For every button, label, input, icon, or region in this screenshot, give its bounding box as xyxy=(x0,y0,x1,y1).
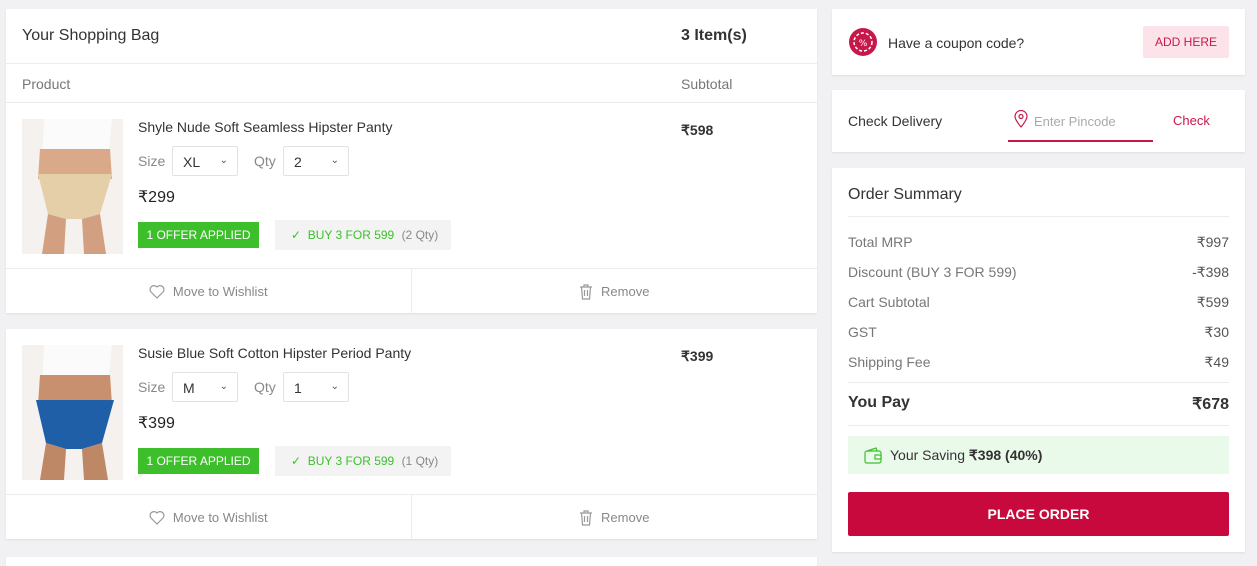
location-pin-icon xyxy=(1014,110,1028,128)
promo-qty: (2 Qty) xyxy=(401,228,439,242)
shopping-bag-header: Your Shopping Bag 3 Item(s) Product Subt… xyxy=(6,9,817,103)
summary-value: ₹49 xyxy=(1204,354,1229,370)
promo-text: BUY 3 FOR 599 xyxy=(307,454,395,468)
unit-price: ₹299 xyxy=(138,189,175,206)
chevron-down-icon: ⌄ xyxy=(219,155,228,166)
remove-label: Remove xyxy=(601,284,650,299)
summary-label: Shipping Fee xyxy=(848,354,931,370)
wallet-icon xyxy=(864,447,882,464)
qty-value: 1 xyxy=(294,380,302,396)
place-order-button[interactable]: PLACE ORDER xyxy=(848,492,1229,536)
remove-button[interactable]: Remove xyxy=(412,269,818,314)
summary-row-cart-subtotal: Cart Subtotal ₹599 xyxy=(848,294,1229,310)
qty-select[interactable]: 1 ⌄ xyxy=(283,372,349,402)
qty-value: 2 xyxy=(294,154,302,170)
summary-label: Total MRP xyxy=(848,234,913,250)
item-subtotal: ₹598 xyxy=(681,122,714,138)
you-pay-row: You Pay ₹678 xyxy=(848,394,1229,413)
trash-icon xyxy=(580,509,593,526)
chevron-down-icon: ⌄ xyxy=(219,381,228,392)
check-circle-icon: ✓ xyxy=(291,454,302,468)
size-value: M xyxy=(183,380,195,396)
summary-label: Discount (BUY 3 FOR 599) xyxy=(848,264,1017,280)
summary-value: -₹398 xyxy=(1192,264,1229,280)
move-to-wishlist-button[interactable]: Move to Wishlist xyxy=(6,495,412,540)
heart-icon xyxy=(149,285,165,299)
promo-text: BUY 3 FOR 599 xyxy=(307,228,395,242)
size-label: Size xyxy=(138,379,166,395)
cart-item: Susie Blue Soft Cotton Hipster Period Pa… xyxy=(6,329,818,540)
you-pay-label: You Pay xyxy=(848,394,910,411)
divider xyxy=(848,425,1229,426)
summary-row-gst: GST ₹30 xyxy=(848,324,1229,340)
column-subtotal: Subtotal xyxy=(681,76,733,92)
size-select[interactable]: XL ⌄ xyxy=(172,146,238,176)
summary-value: ₹599 xyxy=(1196,294,1229,310)
column-header: Product Subtotal xyxy=(6,63,817,103)
summary-row-shipping: Shipping Fee ₹49 xyxy=(848,354,1229,370)
pincode-placeholder: Enter Pincode xyxy=(1034,114,1116,129)
summary-value: ₹30 xyxy=(1204,324,1229,340)
size-select[interactable]: M ⌄ xyxy=(172,372,238,402)
page-title: Your Shopping Bag xyxy=(22,27,160,44)
offer-applied-badge[interactable]: 1 OFFER APPLIED xyxy=(138,222,259,248)
promo-tag: ✓ BUY 3 FOR 599 (2 Qty) xyxy=(275,220,451,250)
product-image[interactable] xyxy=(22,119,123,254)
wishlist-label: Move to Wishlist xyxy=(172,284,268,299)
summary-label: GST xyxy=(848,324,877,340)
check-delivery-card: Check Delivery Enter Pincode Check xyxy=(832,90,1245,152)
product-image[interactable] xyxy=(22,345,123,480)
item-actions: Move to Wishlist Remove xyxy=(6,268,818,314)
check-delivery-label: Check Delivery xyxy=(848,113,943,129)
product-name[interactable]: Shyle Nude Soft Seamless Hipster Panty xyxy=(138,119,392,135)
item-count: 3 Item(s) xyxy=(681,27,747,44)
qty-select[interactable]: 2 ⌄ xyxy=(283,146,349,176)
you-pay-value: ₹678 xyxy=(1192,396,1229,413)
chevron-down-icon: ⌄ xyxy=(330,155,339,166)
wishlist-label: Move to Wishlist xyxy=(172,510,268,525)
svg-text:%: % xyxy=(859,39,868,49)
qty-label: Qty xyxy=(254,379,276,395)
heart-icon xyxy=(149,511,165,525)
cart-item-partial xyxy=(6,557,817,566)
divider xyxy=(848,216,1229,217)
promo-qty: (1 Qty) xyxy=(401,454,439,468)
size-value: XL xyxy=(183,154,201,170)
remove-label: Remove xyxy=(601,510,650,525)
saving-percent: (40%) xyxy=(1005,447,1043,463)
divider xyxy=(848,382,1229,383)
order-summary-title: Order Summary xyxy=(848,186,962,203)
product-name[interactable]: Susie Blue Soft Cotton Hipster Period Pa… xyxy=(138,345,411,361)
summary-row-total-mrp: Total MRP ₹997 xyxy=(848,234,1229,250)
order-summary-card: Order Summary Total MRP ₹997 Discount (B… xyxy=(832,168,1245,552)
summary-label: Cart Subtotal xyxy=(848,294,930,310)
item-subtotal: ₹399 xyxy=(681,348,714,364)
check-circle-icon: ✓ xyxy=(291,228,302,242)
move-to-wishlist-button[interactable]: Move to Wishlist xyxy=(6,269,412,314)
add-coupon-button[interactable]: ADD HERE xyxy=(1143,26,1229,58)
offer-applied-badge[interactable]: 1 OFFER APPLIED xyxy=(138,448,259,474)
item-actions: Move to Wishlist Remove xyxy=(6,494,818,540)
summary-row-discount: Discount (BUY 3 FOR 599) -₹398 xyxy=(848,264,1229,280)
summary-value: ₹997 xyxy=(1196,234,1229,250)
unit-price: ₹399 xyxy=(138,415,175,432)
coupon-icon: % xyxy=(849,28,877,56)
trash-icon xyxy=(580,283,593,300)
saving-amount: ₹398 xyxy=(968,447,1002,463)
chevron-down-icon: ⌄ xyxy=(330,381,339,392)
saving-label: Your Saving xyxy=(890,447,965,463)
size-label: Size xyxy=(138,153,166,169)
check-pincode-button[interactable]: Check xyxy=(1173,113,1210,128)
pincode-input[interactable]: Enter Pincode xyxy=(1008,106,1153,142)
remove-button[interactable]: Remove xyxy=(412,495,818,540)
coupon-prompt: Have a coupon code? xyxy=(888,35,1025,51)
coupon-card: % Have a coupon code? ADD HERE xyxy=(832,9,1245,75)
cart-item: Shyle Nude Soft Seamless Hipster Panty ₹… xyxy=(6,103,818,314)
column-product: Product xyxy=(22,76,71,92)
qty-label: Qty xyxy=(254,153,276,169)
saving-banner: Your Saving ₹398 (40%) xyxy=(848,436,1229,474)
promo-tag: ✓ BUY 3 FOR 599 (1 Qty) xyxy=(275,446,451,476)
